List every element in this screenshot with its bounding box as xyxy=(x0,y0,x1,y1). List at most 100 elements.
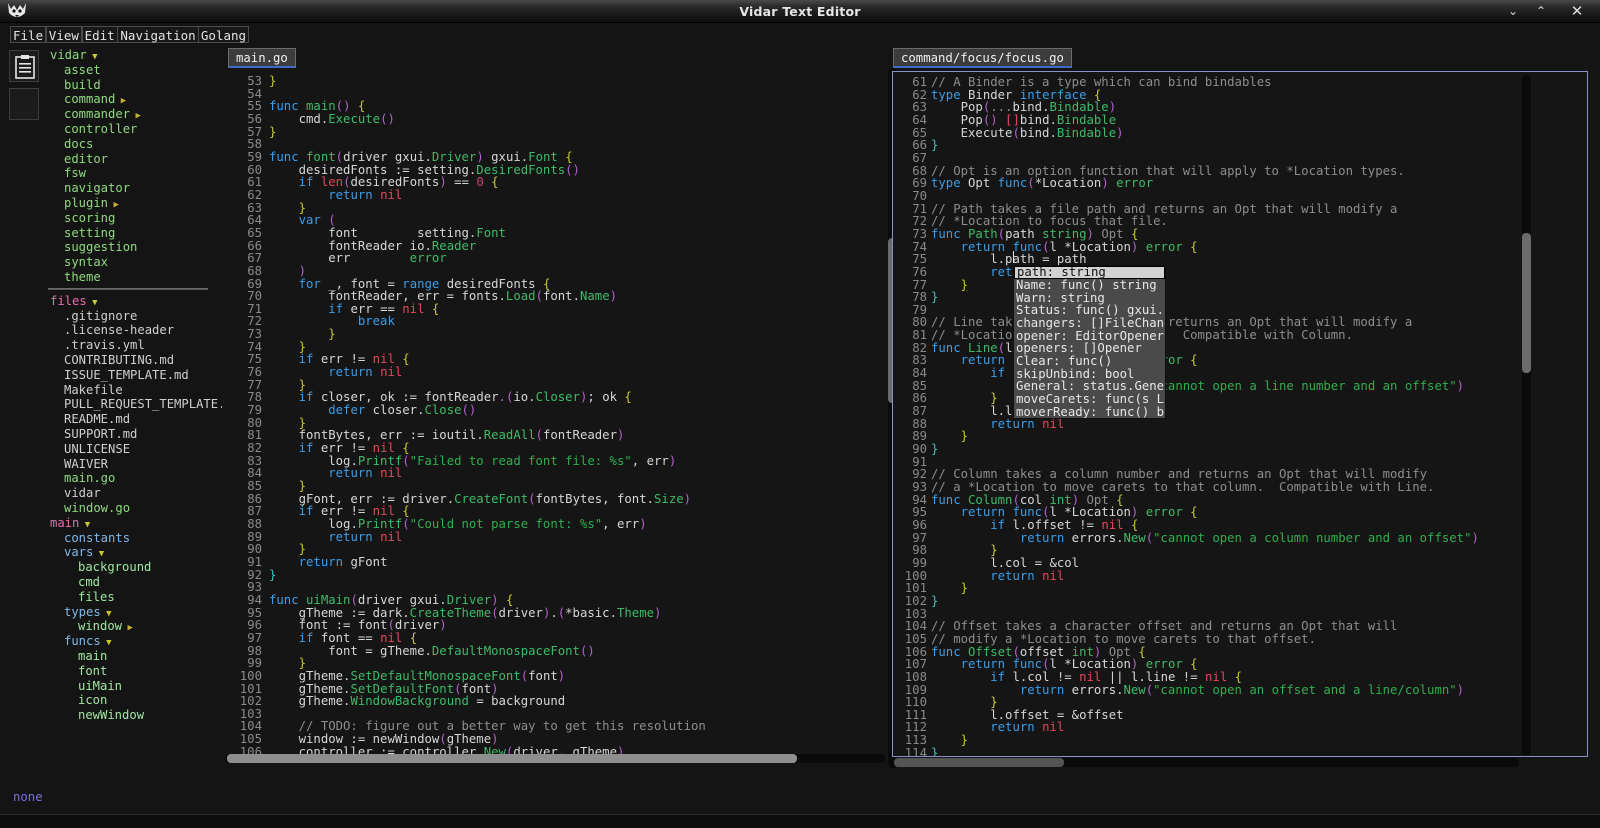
autocomplete-item[interactable]: Name: func() string xyxy=(1014,279,1165,292)
code-token: nil xyxy=(380,466,403,481)
code-token: } xyxy=(269,74,277,88)
tree-item-files[interactable]: files xyxy=(78,590,115,605)
chevron-down-icon[interactable]: ▼ xyxy=(87,298,97,308)
tree-item-unlicense[interactable]: UNLICENSE xyxy=(64,442,130,457)
clipboard-list-icon[interactable] xyxy=(9,50,39,82)
tree-item-label: scoring xyxy=(64,210,116,225)
tree-item-label: window xyxy=(78,619,123,634)
line-number: 56 xyxy=(247,111,262,126)
code-token: ( xyxy=(1012,125,1020,140)
minimize-button[interactable]: ⌄ xyxy=(1500,0,1526,23)
chevron-right-icon[interactable]: ▶ xyxy=(108,200,118,210)
autocomplete-item[interactable]: Clear: func() xyxy=(1014,355,1165,368)
tree-item-background[interactable]: background xyxy=(78,560,151,575)
tree-item-controller[interactable]: controller xyxy=(64,122,137,137)
vertical-scroll-thumb-right[interactable] xyxy=(1522,233,1531,373)
line-number: 102 xyxy=(239,694,262,709)
chevron-down-icon[interactable]: ▼ xyxy=(93,549,104,559)
code-area-right[interactable]: 61// A Binder is a type which can bind b… xyxy=(892,71,1588,757)
autocomplete-item[interactable]: General: status.Genera xyxy=(1014,380,1165,393)
chevron-right-icon[interactable]: ▶ xyxy=(130,111,140,121)
maximize-button[interactable]: ⌃ xyxy=(1528,0,1554,23)
tree-item-vars[interactable]: vars ▼ xyxy=(64,545,104,560)
tree-item-docs[interactable]: docs xyxy=(64,137,93,152)
tree-item-pull-request-template-m[interactable]: PULL_REQUEST_TEMPLATE.m xyxy=(64,397,222,412)
text-caret xyxy=(1013,251,1014,263)
autocomplete-item[interactable]: changers: []FileChange xyxy=(1014,317,1165,330)
tree-item-funcs[interactable]: funcs ▼ xyxy=(64,634,112,649)
menu-item-edit[interactable]: Edit xyxy=(81,26,118,43)
tree-item-window-go[interactable]: window.go xyxy=(64,501,130,516)
line-number: 76 xyxy=(912,264,927,279)
menu-item-navigation[interactable]: Navigation xyxy=(117,26,199,43)
chevron-down-icon[interactable]: ▼ xyxy=(101,638,111,648)
tree-item-label: setting xyxy=(64,225,116,240)
tab-focus-go[interactable]: command/focus/focus.go xyxy=(893,48,1072,68)
autocomplete-item[interactable]: moveCarets: func(s Lin xyxy=(1014,393,1165,406)
tree-item-editor[interactable]: editor xyxy=(64,152,108,167)
tree-item-uimain[interactable]: uiMain xyxy=(78,679,122,694)
tree-item-issue-template-md[interactable]: ISSUE_TEMPLATE.md xyxy=(64,368,189,383)
tree-item-scoring[interactable]: scoring xyxy=(64,211,115,226)
tree-item-plugin[interactable]: plugin ▶ xyxy=(64,196,119,211)
tree-item-navigator[interactable]: navigator xyxy=(64,181,130,196)
tree-item-main[interactable]: main xyxy=(78,649,107,664)
tree-item--gitignore[interactable]: .gitignore xyxy=(64,309,137,324)
tree-item-suggestion[interactable]: suggestion xyxy=(64,240,137,255)
horizontal-scroll-thumb-left[interactable] xyxy=(227,754,797,763)
tree-item-setting[interactable]: setting xyxy=(64,226,115,241)
horizontal-scrollbar-left[interactable] xyxy=(225,754,885,763)
tree-item-waiver[interactable]: WAIVER xyxy=(64,457,108,472)
folder-icon[interactable] xyxy=(9,88,39,120)
tree-item-theme[interactable]: theme xyxy=(64,270,101,285)
tab-main-go[interactable]: main.go xyxy=(228,48,296,68)
tree-item-asset[interactable]: asset xyxy=(64,63,101,78)
tree-item-label: suggestion xyxy=(64,240,138,255)
close-button[interactable]: ✕ xyxy=(1564,0,1590,23)
code-area-left[interactable]: 53} 54 55 func main() {56 cmd.Execute() 57} 5… xyxy=(222,71,890,757)
menu-item-view[interactable]: View xyxy=(45,26,82,43)
code-token: } xyxy=(269,124,277,139)
chevron-right-icon[interactable]: ▶ xyxy=(115,96,126,106)
tree-item-makefile[interactable]: Makefile xyxy=(64,383,123,398)
title-bar[interactable]: Vidar Text Editor ⌄ ⌃ ✕ xyxy=(0,0,1600,23)
tree-item-contributing-md[interactable]: CONTRIBUTING.md xyxy=(64,353,174,368)
code-token: ) xyxy=(639,516,647,531)
tree-item-window[interactable]: window ▶ xyxy=(78,619,133,634)
tree-item-commander[interactable]: commander ▶ xyxy=(64,107,141,122)
tree-item-main-go[interactable]: main.go xyxy=(64,471,115,486)
tree-item-constants[interactable]: constants xyxy=(64,531,130,546)
tree-item-vidar[interactable]: vidar xyxy=(64,486,101,501)
tree-item-icon[interactable]: icon xyxy=(78,693,107,708)
tree-item-vidar[interactable]: vidar ▼ xyxy=(50,48,98,63)
tree-item-syntax[interactable]: syntax xyxy=(64,255,108,270)
project-tree-sidebar[interactable]: vidar ▼ asset build command ▶ commander ▶ con… xyxy=(44,45,222,775)
horizontal-scrollbar-right[interactable] xyxy=(894,758,1519,767)
autocomplete-item[interactable]: moverReady: func() boo xyxy=(1014,405,1165,419)
horizontal-scroll-thumb-right[interactable] xyxy=(894,758,1064,767)
tree-item-font[interactable]: font xyxy=(78,664,107,679)
tree-item-readme-md[interactable]: README.md xyxy=(64,412,130,427)
tree-item-support-md[interactable]: SUPPORT.md xyxy=(64,427,137,442)
vidar-editor-window: Vidar Text Editor ⌄ ⌃ ✕ File View Edit Navi… xyxy=(0,0,1600,828)
tree-item-newwindow[interactable]: newWindow xyxy=(78,708,144,723)
tree-item-fsw[interactable]: fsw xyxy=(64,166,86,181)
tree-item--travis-yml[interactable]: .travis.yml xyxy=(64,338,145,353)
chevron-down-icon[interactable]: ▼ xyxy=(87,52,97,62)
tree-item-types[interactable]: types ▼ xyxy=(64,605,112,620)
autocomplete-popup[interactable]: path: string Name: func() string Warn: str… xyxy=(1013,265,1166,420)
chevron-right-icon[interactable]: ▶ xyxy=(122,623,132,633)
tree-item-build[interactable]: build xyxy=(64,78,101,93)
tree-item-main[interactable]: main ▼ xyxy=(50,516,90,531)
chevron-down-icon[interactable]: ▼ xyxy=(79,520,90,530)
menu-item-file[interactable]: File xyxy=(10,26,47,43)
tree-item--license-header[interactable]: .license-header xyxy=(64,323,174,338)
code-token: . xyxy=(498,289,506,304)
chevron-down-icon[interactable]: ▼ xyxy=(101,609,111,619)
tree-item-command[interactable]: command ▶ xyxy=(64,92,126,107)
menu-item-golang[interactable]: Golang xyxy=(197,26,250,43)
tree-item-cmd[interactable]: cmd xyxy=(78,575,100,590)
vertical-scrollbar-right[interactable] xyxy=(1522,75,1531,755)
tree-item-label: font xyxy=(78,663,108,678)
tree-item-files[interactable]: files ▼ xyxy=(50,294,98,309)
